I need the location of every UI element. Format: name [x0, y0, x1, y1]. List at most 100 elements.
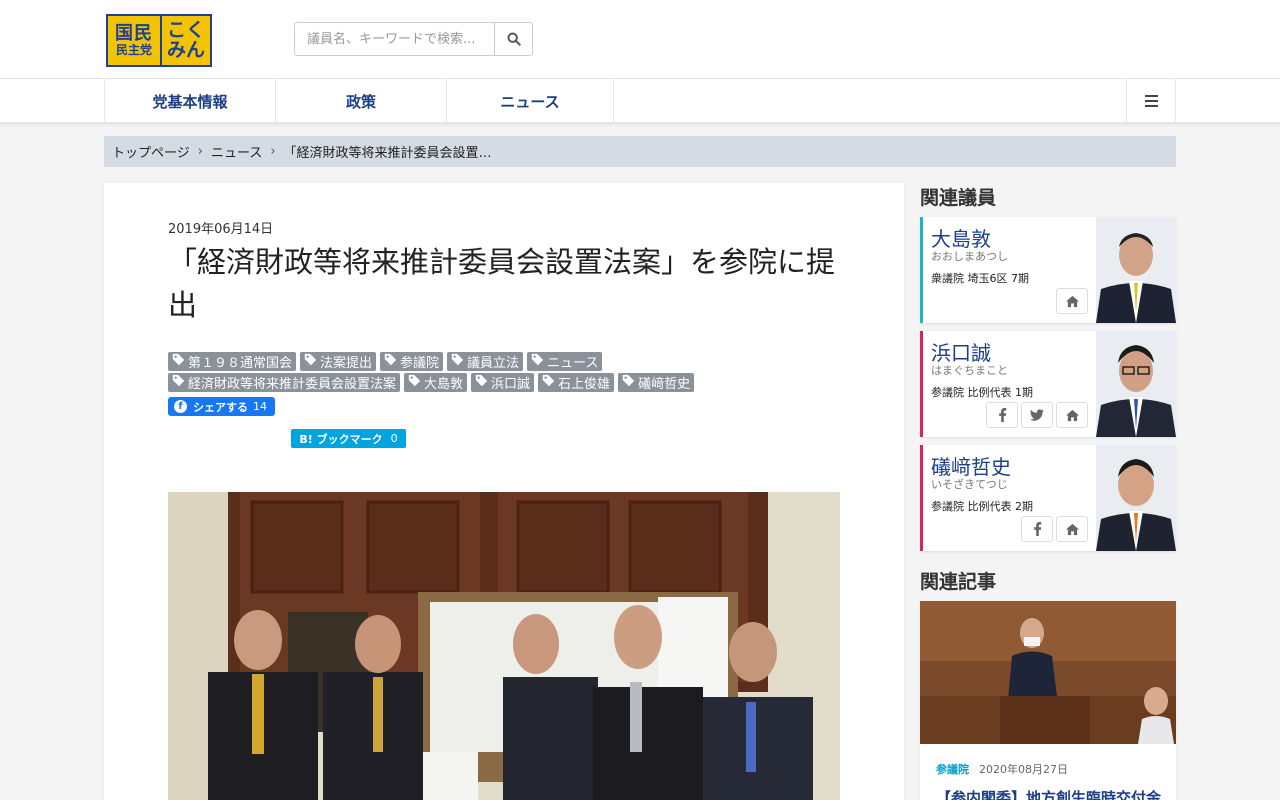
facebook-button[interactable] — [986, 402, 1018, 428]
tag[interactable]: 議員立法 — [447, 352, 524, 371]
tag-label: 浜口誠 — [491, 377, 531, 392]
member-card[interactable]: 大島敦 おおしまあつし 衆議院 埼玉6区 7期 — [920, 217, 1176, 323]
home-icon — [1065, 523, 1079, 535]
main-nav: 党基本情報 政策 ニュース — [0, 78, 1280, 123]
member-links — [986, 402, 1088, 428]
home-button[interactable] — [1056, 402, 1088, 428]
member-accent-bar — [920, 217, 923, 323]
tag-icon — [451, 353, 464, 370]
tag[interactable]: 石上俊雄 — [538, 373, 615, 392]
tag[interactable]: 浜口誠 — [471, 373, 535, 392]
tag[interactable]: 法案提出 — [300, 352, 377, 371]
breadcrumb-separator: › — [197, 144, 203, 159]
tag[interactable]: 礒﨑哲史 — [618, 373, 695, 392]
tag-icon — [172, 374, 185, 391]
hatena-bookmark-button[interactable]: B! ブックマーク 0 — [291, 429, 406, 448]
share-count: 14 — [253, 400, 267, 413]
nav-item-party-info[interactable]: 党基本情報 — [104, 79, 275, 123]
logo-text-bottom: 民主党 — [115, 42, 152, 57]
breadcrumb-home[interactable]: トップページ — [112, 142, 190, 161]
article-title: 「経済財政等将来推計委員会設置法案」を参院に提出 — [168, 245, 836, 322]
search-icon — [507, 32, 521, 46]
member-card[interactable]: 浜口誠 はまぐちまこと 参議院 比例代表 1期 — [920, 331, 1176, 437]
nav-item-policy[interactable]: 政策 — [275, 79, 446, 123]
tag-icon — [622, 374, 635, 391]
article: 2019年06月14日 「経済財政等将来推計委員会設置法案」を参院に提出 第１９… — [104, 183, 904, 800]
related-articles-heading: 関連記事 — [920, 571, 997, 593]
member-kana: いそざきてつじ — [931, 478, 1008, 491]
tag-icon — [304, 353, 317, 370]
tag-label: 法案提出 — [320, 356, 373, 371]
related-article-image — [920, 601, 1176, 744]
home-icon — [1065, 409, 1079, 421]
member-photo — [1096, 445, 1176, 551]
article-photo — [168, 492, 840, 800]
related-article-card[interactable]: 参議院 2020年08月27日 【参内閣委】地方創生臨時交付金 — [920, 601, 1176, 800]
search-input[interactable] — [294, 22, 494, 56]
facebook-button[interactable] — [1021, 516, 1053, 542]
facebook-icon — [998, 408, 1006, 422]
hatena-label: B! ブックマーク — [299, 432, 383, 446]
party-logo[interactable]: 国民 民主党 こく みん — [106, 14, 212, 67]
member-accent-bar — [920, 331, 923, 437]
member-links — [1021, 516, 1088, 542]
tag-list: 第１９８通常国会 法案提出 参議院 議員立法 ニュース 経済財政等将来推計委員会… — [168, 352, 768, 392]
member-accent-bar — [920, 445, 923, 551]
member-info: 参議院 比例代表 2期 — [931, 500, 1033, 513]
hatena-count: 0 — [390, 432, 398, 445]
facebook-icon — [1033, 522, 1041, 536]
related-article-date: 2020年08月27日 — [979, 763, 1068, 776]
house-label: 参議院 — [936, 763, 969, 776]
member-kana: はまぐちまこと — [931, 364, 1008, 377]
share-label: シェアする — [193, 400, 248, 414]
hamburger-icon — [1144, 95, 1158, 107]
tag-icon — [172, 353, 185, 370]
member-kana: おおしまあつし — [931, 250, 1008, 263]
member-photo — [1096, 331, 1176, 437]
tag-label: 石上俊雄 — [558, 377, 611, 392]
search-button[interactable] — [494, 22, 533, 56]
tag[interactable]: 第１９８通常国会 — [168, 352, 297, 371]
home-button[interactable] — [1056, 288, 1088, 314]
breadcrumb: トップページ › ニュース › 「経済財政等将来推計委員会設置… — [104, 136, 1176, 167]
related-members-heading: 関連議員 — [920, 187, 997, 209]
search-form — [294, 22, 533, 56]
tag-label: 礒﨑哲史 — [638, 377, 691, 392]
twitter-button[interactable] — [1021, 402, 1053, 428]
tag-icon — [542, 374, 555, 391]
tag-label: 第１９８通常国会 — [188, 356, 293, 371]
tag-icon — [408, 374, 421, 391]
logo-text-top: 国民 — [115, 22, 153, 44]
tag-icon — [531, 353, 544, 370]
nav-item-news[interactable]: ニュース — [446, 79, 614, 123]
related-article-title[interactable]: 【参内閣委】地方創生臨時交付金 — [936, 787, 1161, 800]
facebook-share-button[interactable]: f シェアする 14 — [168, 397, 275, 416]
twitter-icon — [1030, 409, 1044, 421]
member-info: 参議院 比例代表 1期 — [931, 386, 1033, 399]
breadcrumb-current: 「経済財政等将来推計委員会設置… — [283, 146, 492, 161]
breadcrumb-separator: › — [270, 144, 276, 159]
tag[interactable]: ニュース — [527, 352, 603, 371]
tag[interactable]: 大島敦 — [404, 373, 468, 392]
article-date: 2019年06月14日 — [168, 222, 274, 237]
tag-label: 経済財政等将来推計委員会設置法案 — [188, 377, 397, 392]
home-icon — [1065, 295, 1079, 307]
tag-label: 議員立法 — [467, 356, 520, 371]
home-button[interactable] — [1056, 516, 1088, 542]
tag-icon — [475, 374, 488, 391]
logo-kana-bottom: みん — [166, 38, 205, 61]
member-links — [1056, 288, 1088, 314]
facebook-icon: f — [174, 400, 187, 413]
logo-left: 国民 民主党 — [108, 16, 160, 65]
tag-label: 大島敦 — [424, 377, 464, 392]
member-card[interactable]: 礒﨑哲史 いそざきてつじ 参議院 比例代表 2期 — [920, 445, 1176, 551]
site-header: 国民 民主党 こく みん — [0, 0, 1280, 78]
member-photo — [1096, 217, 1176, 323]
hamburger-menu-button[interactable] — [1126, 79, 1176, 123]
tag-label: ニュース — [547, 356, 599, 371]
breadcrumb-news[interactable]: ニュース — [211, 142, 262, 161]
logo-right: こく みん — [162, 16, 210, 65]
tag[interactable]: 経済財政等将来推計委員会設置法案 — [168, 373, 401, 392]
logo-kana-top: こく — [166, 18, 205, 41]
tag[interactable]: 参議院 — [380, 352, 444, 371]
